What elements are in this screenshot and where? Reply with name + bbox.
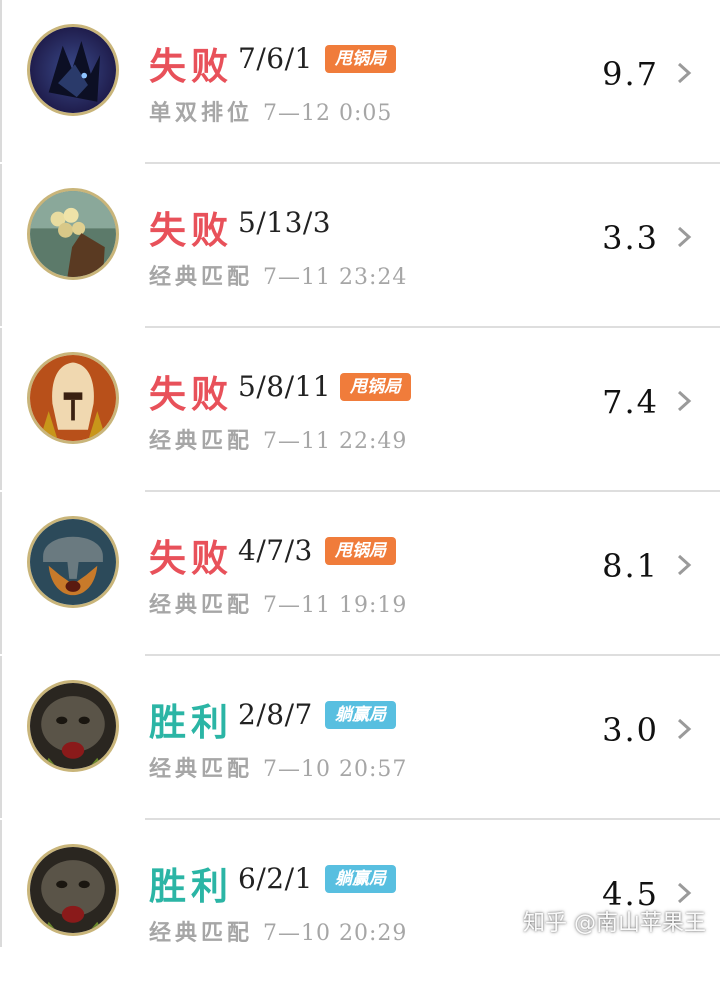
match-score: 3.3	[602, 219, 659, 257]
match-row[interactable]: 胜利 6/2/1 躺赢局 经典匹配 7—10 20:29 4.5	[0, 820, 720, 984]
match-time: 7—11 22:49	[263, 429, 408, 454]
match-result: 失败	[149, 537, 233, 580]
match-result: 失败	[149, 209, 233, 252]
champion-avatar	[27, 24, 119, 116]
game-mode: 单双排位	[149, 101, 254, 126]
champion-avatar	[27, 844, 119, 936]
match-score: 8.1	[602, 547, 659, 585]
game-mode: 经典匹配	[149, 921, 254, 946]
carry-badge: 甩锅局	[325, 537, 396, 565]
match-row[interactable]: 失败 4/7/3 甩锅局 经典匹配 7—11 19:19 8.1	[0, 492, 720, 656]
match-meta: 经典匹配 7—11 23:24	[149, 259, 407, 291]
champion-avatar	[27, 516, 119, 608]
chevron-right-icon	[676, 882, 692, 904]
chevron-right-icon	[676, 226, 692, 248]
match-score: 9.7	[602, 55, 659, 93]
match-meta: 经典匹配 7—11 19:19	[149, 587, 407, 619]
kda-text: 5/8/11	[238, 370, 332, 403]
match-row[interactable]: 失败 5/8/11 甩锅局 经典匹配 7—11 22:49 7.4	[0, 328, 720, 492]
kda-text: 4/7/3	[238, 534, 313, 567]
champion-avatar	[27, 680, 119, 772]
match-result: 胜利	[149, 865, 233, 908]
match-row[interactable]: 失败 7/6/1 甩锅局 单双排位 7—12 0:05 9.7	[0, 0, 720, 164]
match-result: 胜利	[149, 701, 233, 744]
match-meta: 经典匹配 7—10 20:57	[149, 751, 407, 783]
match-meta: 单双排位 7—12 0:05	[149, 95, 392, 127]
game-mode: 经典匹配	[149, 429, 254, 454]
match-time: 7—10 20:57	[263, 757, 408, 782]
watermark: 知乎 @南山苹果王	[523, 911, 706, 936]
kda-text: 2/8/7	[238, 698, 313, 731]
chevron-right-icon	[676, 390, 692, 412]
chevron-right-icon	[676, 62, 692, 84]
chevron-right-icon	[676, 554, 692, 576]
champion-avatar	[27, 352, 119, 444]
champion-avatar	[27, 188, 119, 280]
match-time: 7—12 0:05	[263, 101, 393, 126]
match-row[interactable]: 胜利 2/8/7 躺赢局 经典匹配 7—10 20:57 3.0	[0, 656, 720, 820]
match-history-list: 失败 7/6/1 甩锅局 单双排位 7—12 0:05 9.7 失败 5/13/3…	[0, 0, 720, 984]
match-score: 7.4	[602, 383, 659, 421]
match-time: 7—10 20:29	[263, 921, 408, 946]
kda-text: 6/2/1	[238, 862, 313, 895]
lie-win-badge: 躺赢局	[325, 865, 396, 893]
lie-win-badge: 躺赢局	[325, 701, 396, 729]
match-result: 失败	[149, 373, 233, 416]
match-result: 失败	[149, 45, 233, 88]
match-score: 3.0	[602, 711, 659, 749]
game-mode: 经典匹配	[149, 757, 254, 782]
match-time: 7—11 23:24	[263, 265, 408, 290]
match-meta: 经典匹配 7—10 20:29	[149, 915, 407, 947]
kda-text: 7/6/1	[238, 42, 313, 75]
carry-badge: 甩锅局	[340, 373, 411, 401]
match-row[interactable]: 失败 5/13/3 经典匹配 7—11 23:24 3.3	[0, 164, 720, 328]
match-time: 7—11 19:19	[263, 593, 408, 618]
game-mode: 经典匹配	[149, 265, 254, 290]
match-meta: 经典匹配 7—11 22:49	[149, 423, 407, 455]
kda-text: 5/13/3	[238, 206, 332, 239]
game-mode: 经典匹配	[149, 593, 254, 618]
chevron-right-icon	[676, 718, 692, 740]
carry-badge: 甩锅局	[325, 45, 396, 73]
